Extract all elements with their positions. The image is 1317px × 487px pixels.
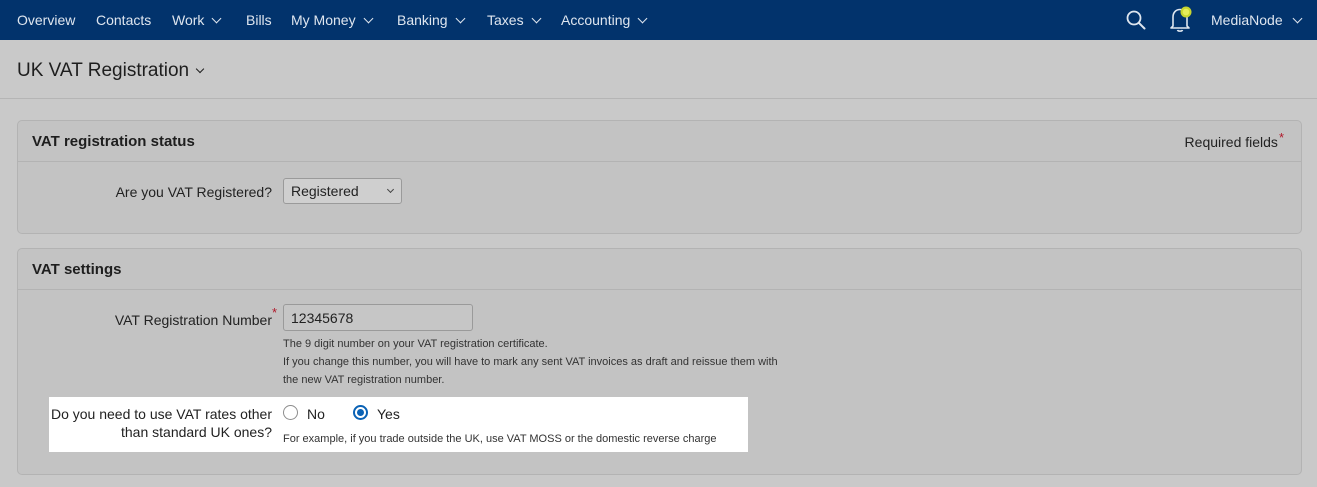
nav-accounting[interactable]: Accounting bbox=[561, 0, 648, 40]
other-vat-rates-question: Do you need to use VAT rates other than … bbox=[49, 405, 272, 441]
radio-no[interactable] bbox=[283, 405, 298, 420]
panel-header: VAT registration status Required fields* bbox=[18, 121, 1301, 162]
nav-work[interactable]: Work bbox=[172, 0, 222, 40]
radio-yes-label[interactable]: Yes bbox=[377, 406, 400, 422]
page-title: UK VAT Registration bbox=[17, 60, 190, 81]
chevron-down-icon bbox=[637, 13, 648, 23]
required-fields-text: Required fields bbox=[1184, 134, 1278, 150]
vat-registered-select-value: Registered bbox=[291, 183, 359, 199]
nav-overview[interactable]: Overview bbox=[17, 0, 75, 40]
vat-number-value: 12345678 bbox=[291, 310, 354, 326]
chevron-down-icon bbox=[363, 13, 374, 23]
chevron-down-icon bbox=[195, 64, 205, 74]
chevron-down-icon bbox=[211, 13, 222, 23]
vat-number-help-1: The 9 digit number on your VAT registrat… bbox=[283, 338, 548, 350]
vat-number-input[interactable]: 12345678 bbox=[283, 304, 473, 331]
radio-no-label[interactable]: No bbox=[307, 406, 325, 422]
nav-banking-label: Banking bbox=[397, 12, 448, 28]
search-icon[interactable] bbox=[1126, 10, 1146, 30]
panel-title: VAT settings bbox=[32, 261, 122, 278]
other-vat-rates-help: For example, if you trade outside the UK… bbox=[283, 433, 717, 445]
nav-taxes[interactable]: Taxes bbox=[487, 0, 542, 40]
chevron-down-icon bbox=[1292, 13, 1303, 23]
vat-registered-select[interactable]: Registered bbox=[283, 178, 402, 204]
vat-registered-label: Are you VAT Registered? bbox=[115, 184, 272, 200]
nav-contacts-label: Contacts bbox=[96, 12, 152, 28]
other-vat-rates-row: Do you need to use VAT rates other than … bbox=[49, 397, 748, 452]
nav-banking[interactable]: Banking bbox=[397, 0, 466, 40]
required-marker: * bbox=[272, 305, 278, 320]
panel-title: VAT registration status bbox=[32, 133, 195, 150]
nav-work-label: Work bbox=[172, 12, 205, 28]
bell-icon[interactable] bbox=[1169, 5, 1193, 33]
required-fields-note: Required fields* bbox=[1184, 130, 1284, 150]
chevron-down-icon bbox=[455, 13, 466, 23]
vat-number-help-2: If you change this number, you will have… bbox=[283, 356, 778, 368]
radio-yes[interactable] bbox=[353, 405, 368, 420]
nav-bills[interactable]: Bills bbox=[246, 0, 272, 40]
nav-overview-label: Overview bbox=[17, 12, 76, 28]
page-title-dropdown[interactable]: UK VAT Registration bbox=[17, 60, 205, 82]
panel-header: VAT settings bbox=[18, 249, 1301, 290]
page-header: UK VAT Registration bbox=[0, 41, 1317, 99]
question-line-2: than standard UK ones? bbox=[121, 424, 272, 440]
nav-accounting-label: Accounting bbox=[561, 12, 631, 28]
nav-taxes-label: Taxes bbox=[487, 12, 524, 28]
vat-number-help-3: the new VAT registration number. bbox=[283, 374, 445, 386]
chevron-down-icon bbox=[386, 185, 395, 194]
chevron-down-icon bbox=[531, 13, 542, 23]
nav-bills-label: Bills bbox=[246, 12, 272, 28]
nav-my-money[interactable]: My Money bbox=[291, 0, 374, 40]
nav-contacts[interactable]: Contacts bbox=[96, 0, 151, 40]
nav-my-money-label: My Money bbox=[291, 12, 356, 28]
vat-number-label: VAT Registration Number bbox=[114, 312, 272, 328]
account-menu[interactable]: MediaNode bbox=[1211, 0, 1303, 40]
top-navigation-bar: Overview Contacts Work Bills My Money Ba… bbox=[0, 0, 1317, 40]
vat-status-panel: VAT registration status Required fields* bbox=[17, 120, 1302, 234]
account-name: MediaNode bbox=[1211, 12, 1283, 28]
required-marker: * bbox=[1278, 130, 1284, 145]
question-line-1: Do you need to use VAT rates other bbox=[50, 406, 272, 422]
